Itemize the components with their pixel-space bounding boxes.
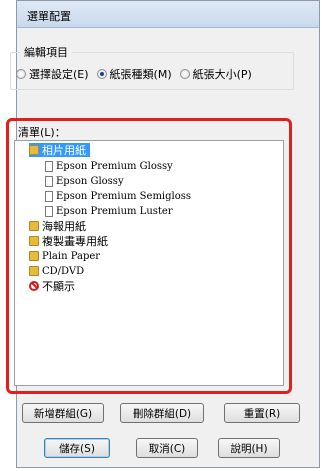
list-item[interactable]: Plain Paper bbox=[29, 249, 100, 263]
cancel-button[interactable]: 取消(C) bbox=[136, 438, 198, 458]
document-icon bbox=[45, 205, 53, 217]
document-icon bbox=[45, 175, 53, 187]
list-item[interactable]: CD/DVD bbox=[29, 264, 84, 278]
reset-button[interactable]: 重置(R) bbox=[224, 403, 300, 423]
menu-list[interactable]: 相片用紙 Epson Premium Glossy Epson Glossy E… bbox=[14, 140, 284, 386]
save-button[interactable]: 儲存(S) bbox=[44, 438, 110, 458]
list-item[interactable]: 相片用紙 bbox=[29, 143, 90, 157]
edit-item-radios: 選擇設定(E) 紙張種類(M) 紙張大小(P) bbox=[16, 66, 252, 82]
radio-dot-checked-icon bbox=[96, 69, 107, 79]
folder-icon bbox=[29, 145, 39, 155]
radio-select-setting[interactable]: 選擇設定(E) bbox=[16, 66, 89, 82]
radio-paper-size-label: 紙張大小(P) bbox=[192, 68, 252, 81]
radio-dot-icon bbox=[16, 69, 26, 79]
radio-select-setting-label: 選擇設定(E) bbox=[29, 68, 89, 81]
dialog-title: 選單配置 bbox=[27, 10, 71, 23]
list-item[interactable]: Epson Glossy bbox=[45, 174, 124, 188]
list-label: 清單(L)： bbox=[18, 126, 66, 139]
radio-dot-icon bbox=[179, 69, 190, 79]
list-item[interactable]: Epson Premium Luster bbox=[45, 204, 173, 218]
delete-group-button[interactable]: 刪除群組(D) bbox=[120, 403, 204, 423]
edit-item-group-label: 編輯項目 bbox=[20, 44, 72, 60]
radio-paper-type[interactable]: 紙張種類(M) bbox=[96, 66, 172, 82]
list-item[interactable]: 海報用紙 bbox=[29, 219, 86, 233]
title-bar[interactable]: 選單配置 bbox=[17, 1, 319, 28]
help-button[interactable]: 說明(H) bbox=[218, 438, 280, 458]
document-icon bbox=[45, 160, 53, 172]
radio-paper-size[interactable]: 紙張大小(P) bbox=[179, 66, 252, 82]
folder-icon bbox=[29, 266, 39, 276]
list-item[interactable]: Epson Premium Glossy bbox=[45, 159, 173, 173]
folder-icon bbox=[29, 251, 39, 261]
folder-icon bbox=[29, 236, 39, 246]
radio-paper-type-label: 紙張種類(M) bbox=[109, 68, 172, 81]
list-item[interactable]: Epson Premium Semigloss bbox=[45, 189, 191, 203]
add-group-button[interactable]: 新增群組(G) bbox=[22, 403, 104, 423]
document-icon bbox=[45, 190, 53, 202]
list-item[interactable]: 複製畫專用紙 bbox=[29, 234, 108, 248]
no-show-icon bbox=[29, 281, 39, 291]
list-item[interactable]: 不顯示 bbox=[29, 279, 75, 293]
folder-icon bbox=[29, 221, 39, 231]
